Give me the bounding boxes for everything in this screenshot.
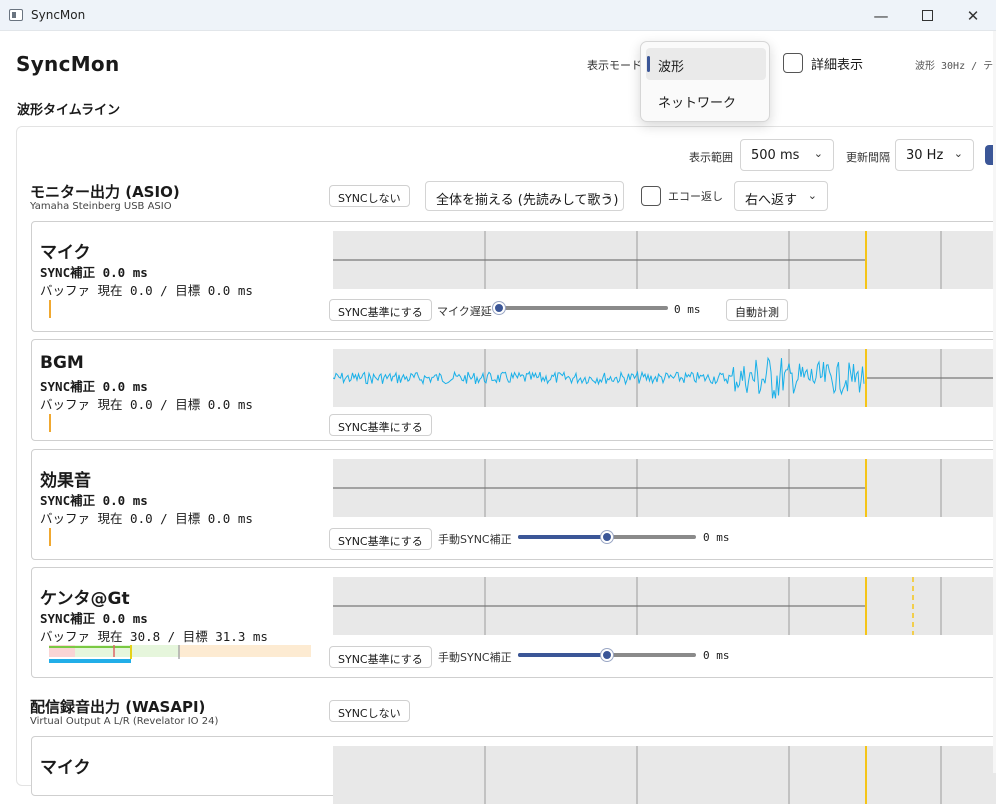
waveform: [333, 349, 996, 407]
manual-sync-slider[interactable]: [518, 649, 696, 661]
range-label: 表示範囲: [689, 151, 733, 164]
buffer-status: バッファ 現在 0.0 / 目標 0.0 ms: [40, 511, 253, 526]
mode-option-waveform[interactable]: 波形: [646, 48, 766, 80]
manual-sync-slider[interactable]: [518, 531, 696, 543]
channel-name: ケンタ@Gt: [40, 589, 130, 609]
chevron-down-icon: ⌄: [953, 147, 963, 160]
mode-dropdown[interactable]: 波形 ネットワーク: [640, 41, 770, 122]
mic-delay-slider[interactable]: [493, 302, 668, 314]
slider-label: 手動SYNC補正: [438, 651, 512, 664]
slider-fill: [518, 653, 607, 657]
channel-card: マイク SYNC補正 0.0 ms バッファ 現在 0.0 / 目標 0.0 m…: [31, 221, 996, 332]
waveform: [333, 231, 996, 289]
chevron-down-icon: ⌄: [807, 189, 817, 202]
detail-checkbox[interactable]: [783, 53, 803, 73]
app-icon: [9, 9, 23, 21]
align-value: 全体を揃える (先読みして歌う): [436, 193, 619, 208]
interval-value: 30 Hz: [906, 148, 944, 163]
level-meter: [49, 414, 51, 432]
buffer-status: バッファ 現在 0.0 / 目標 0.0 ms: [40, 397, 253, 412]
chevron-down-icon: ⌄: [603, 189, 613, 202]
sync-base-button[interactable]: SYNC基準にする: [329, 528, 432, 550]
echo-checkbox[interactable]: [641, 186, 661, 206]
range-value: 500 ms: [751, 148, 800, 163]
align-select[interactable]: 全体を揃える (先読みして歌う) ⌄: [425, 181, 624, 211]
interval-select[interactable]: 30 Hz ⌄: [895, 139, 974, 171]
waveform: [333, 746, 996, 804]
waveform: [333, 459, 996, 517]
sync-offset: SYNC補正 0.0 ms: [40, 379, 148, 394]
device-name: モニター出力 (ASIO): [30, 183, 180, 201]
detail-label: 詳細表示: [811, 58, 864, 73]
waveform: [333, 577, 996, 635]
sync-base-button[interactable]: SYNC基準にする: [329, 646, 432, 668]
interval-label: 更新間隔: [846, 151, 890, 164]
device-name: 配信録音出力 (WASAPI): [30, 698, 206, 716]
app-title: SyncMon: [16, 52, 120, 76]
slider-value: 0 ms: [703, 531, 730, 544]
sync-off-button[interactable]: SYNCしない: [329, 185, 410, 207]
device-sub: Virtual Output A L/R (Revelator IO 24): [30, 716, 219, 727]
slider-thumb[interactable]: [601, 531, 613, 543]
device-sub: Yamaha Steinberg USB ASIO: [30, 201, 172, 212]
minimize-button[interactable]: —: [858, 0, 904, 31]
channel-card: BGM SYNC補正 0.0 ms バッファ 現在 0.0 / 目標 0.0 m…: [31, 339, 996, 441]
window-title: SyncMon: [31, 8, 86, 22]
close-icon: ✕: [966, 6, 980, 25]
channel-card: ケンタ@Gt SYNC補正 0.0 ms バッファ 現在 30.8 / 目標 3…: [31, 567, 996, 678]
slider-value: 0 ms: [674, 303, 701, 316]
close-button[interactable]: ✕: [950, 0, 996, 31]
buffer-status: バッファ 現在 30.8 / 目標 31.3 ms: [40, 629, 268, 644]
level-meter: [49, 300, 51, 318]
channel-name: BGM: [40, 353, 84, 373]
sync-base-button[interactable]: SYNC基準にする: [329, 299, 432, 321]
channel-name: 効果音: [40, 471, 91, 491]
slider-value: 0 ms: [703, 649, 730, 662]
channel-card: 効果音 SYNC補正 0.0 ms バッファ 現在 0.0 / 目標 0.0 m…: [31, 449, 996, 560]
mode-option-network[interactable]: ネットワーク: [646, 84, 766, 116]
slider-label: 手動SYNC補正: [438, 533, 512, 546]
sync-base-button[interactable]: SYNC基準にする: [329, 414, 432, 436]
range-select[interactable]: 500 ms ⌄: [740, 139, 834, 171]
wave-info: 波形 30Hz / テ: [915, 61, 994, 72]
maximize-icon: [921, 10, 933, 21]
minimize-icon: —: [873, 6, 889, 25]
echo-label: エコー返し: [668, 190, 723, 203]
maximize-button[interactable]: [904, 0, 950, 31]
level-meter: [49, 528, 51, 546]
title-bar: SyncMon — ✕: [0, 0, 996, 31]
channel-card: マイク: [31, 736, 996, 804]
slider-thumb[interactable]: [601, 649, 613, 661]
sync-offset: SYNC補正 0.0 ms: [40, 265, 148, 280]
return-value: 右へ返す: [745, 193, 798, 208]
mode-label: 表示モード: [587, 59, 642, 72]
auto-measure-button[interactable]: 自動計測: [726, 299, 788, 321]
channel-name: マイク: [40, 758, 91, 778]
channel-name: マイク: [40, 243, 91, 263]
slider-thumb[interactable]: [493, 302, 505, 314]
sync-offset: SYNC補正 0.0 ms: [40, 611, 148, 626]
chevron-down-icon: ⌄: [813, 147, 823, 160]
buffer-meter: [49, 645, 311, 663]
slider-fill: [518, 535, 607, 539]
buffer-status: バッファ 現在 0.0 / 目標 0.0 ms: [40, 283, 253, 298]
section-title: 波形タイムライン: [17, 103, 121, 118]
sync-offset: SYNC補正 0.0 ms: [40, 493, 148, 508]
return-select[interactable]: 右へ返す ⌄: [734, 181, 828, 211]
sync-off-button[interactable]: SYNCしない: [329, 700, 410, 722]
slider-label: マイク遅延: [437, 305, 492, 318]
